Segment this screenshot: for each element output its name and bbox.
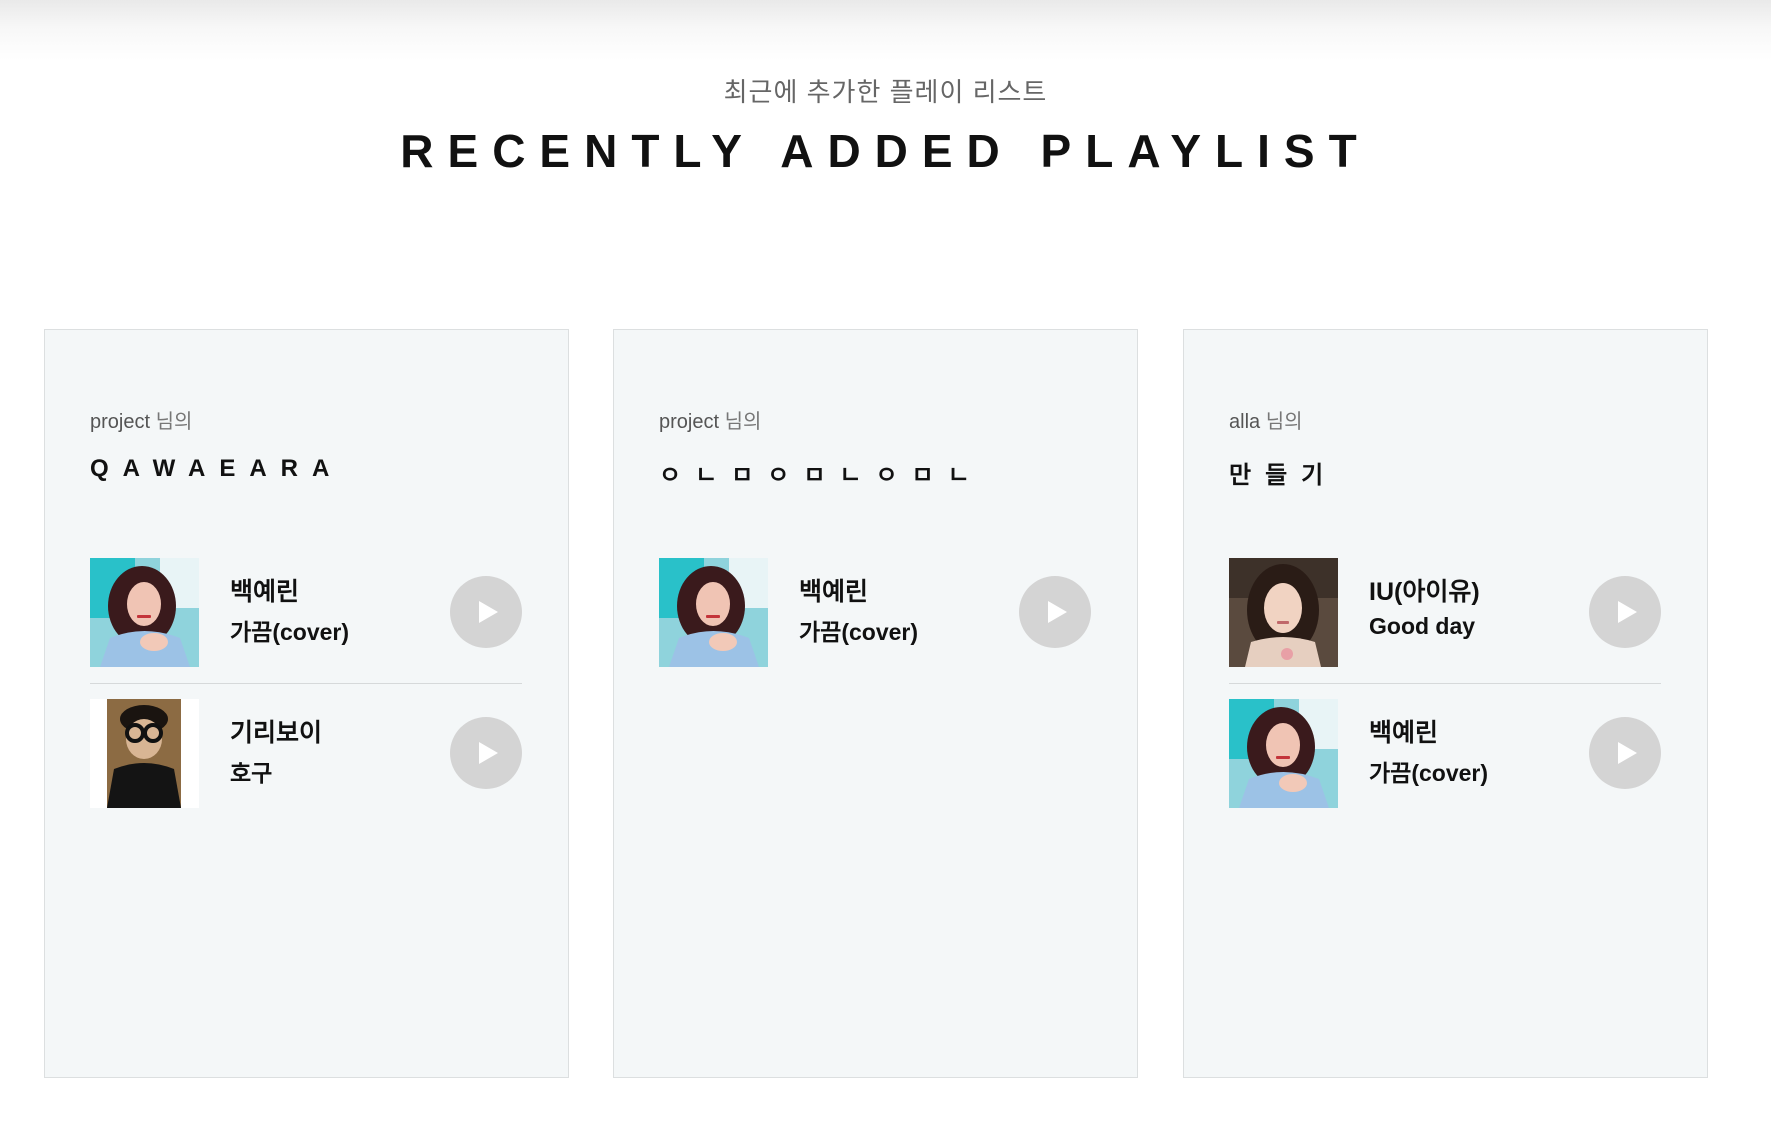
track-song: Good day — [1369, 613, 1476, 639]
play-button[interactable] — [1019, 576, 1091, 648]
playlist-cards: project 님의 QAWAEARA 백예린 가끔(cover) 기리보이 호… — [44, 329, 1708, 1078]
playlist-title[interactable]: ㅇㄴㅁㅇㅁㄴㅇㅁㄴ — [659, 455, 984, 490]
play-icon — [1618, 742, 1637, 764]
owner-suffix: 님의 — [724, 411, 762, 433]
playlist-card[interactable]: project 님의 QAWAEARA 백예린 가끔(cover) 기리보이 호… — [44, 329, 569, 1078]
track-artist: 백예린 — [1369, 719, 1439, 747]
giriboy-photo — [90, 699, 199, 808]
play-icon — [479, 601, 498, 623]
track-song: 가끔(cover) — [230, 619, 350, 645]
track-artist: 백예린 — [230, 578, 300, 606]
track-item[interactable]: IU(아이유) Good day — [1229, 558, 1661, 667]
playlist-owner: project 님의 — [659, 405, 761, 434]
playlist-card[interactable]: project 님의 ㅇㄴㅁㅇㅁㄴㅇㅁㄴ 백예린 가끔(cover) — [613, 329, 1138, 1078]
track-divider — [1229, 683, 1661, 684]
track-item[interactable]: 백예린 가끔(cover) — [659, 558, 1091, 667]
track-item[interactable]: 기리보이 호구 — [90, 699, 522, 808]
track-divider — [90, 683, 522, 684]
owner-suffix: 님의 — [155, 411, 193, 433]
play-icon — [479, 742, 498, 764]
track-artist: 기리보이 — [230, 719, 323, 747]
baek-yerin-photo — [1229, 699, 1338, 808]
track-item[interactable]: 백예린 가끔(cover) — [1229, 699, 1661, 808]
play-button[interactable] — [450, 717, 522, 789]
owner-suffix: 님의 — [1265, 411, 1303, 433]
owner-name: alla — [1229, 411, 1261, 433]
play-button[interactable] — [1589, 717, 1661, 789]
track-item[interactable]: 백예린 가끔(cover) — [90, 558, 522, 667]
play-button[interactable] — [450, 576, 522, 648]
play-icon — [1618, 601, 1637, 623]
baek-yerin-photo — [90, 558, 199, 667]
album-thumbnail[interactable] — [90, 699, 199, 808]
album-thumbnail[interactable] — [90, 558, 199, 667]
track-artist: IU(아이유) — [1369, 578, 1480, 606]
playlist-card[interactable]: alla 님의 만들기 IU(아이유) Good day 백예린 가끔(cove… — [1183, 329, 1708, 1078]
section-subtitle: 최근에 추가한 플레이 리스트 — [723, 77, 1048, 107]
track-song: 가끔(cover) — [799, 619, 919, 645]
play-button[interactable] — [1589, 576, 1661, 648]
iu-photo — [1229, 558, 1338, 667]
track-song: 호구 — [230, 760, 273, 786]
owner-name: project — [659, 411, 720, 433]
track-artist: 백예린 — [799, 578, 869, 606]
album-thumbnail[interactable] — [1229, 699, 1338, 808]
album-thumbnail[interactable] — [1229, 558, 1338, 667]
owner-name: project — [90, 411, 151, 433]
playlist-owner: project 님의 — [90, 405, 192, 434]
playlist-owner: alla 님의 — [1229, 405, 1303, 434]
track-song: 가끔(cover) — [1369, 760, 1489, 786]
baek-yerin-photo — [659, 558, 768, 667]
play-icon — [1048, 601, 1067, 623]
top-shade — [0, 0, 1771, 60]
playlist-title[interactable]: QAWAEARA — [90, 455, 343, 483]
playlist-title[interactable]: 만들기 — [1229, 455, 1337, 490]
album-thumbnail[interactable] — [659, 558, 768, 667]
section-title: RECENTLY ADDED PLAYLIST — [400, 125, 1371, 177]
